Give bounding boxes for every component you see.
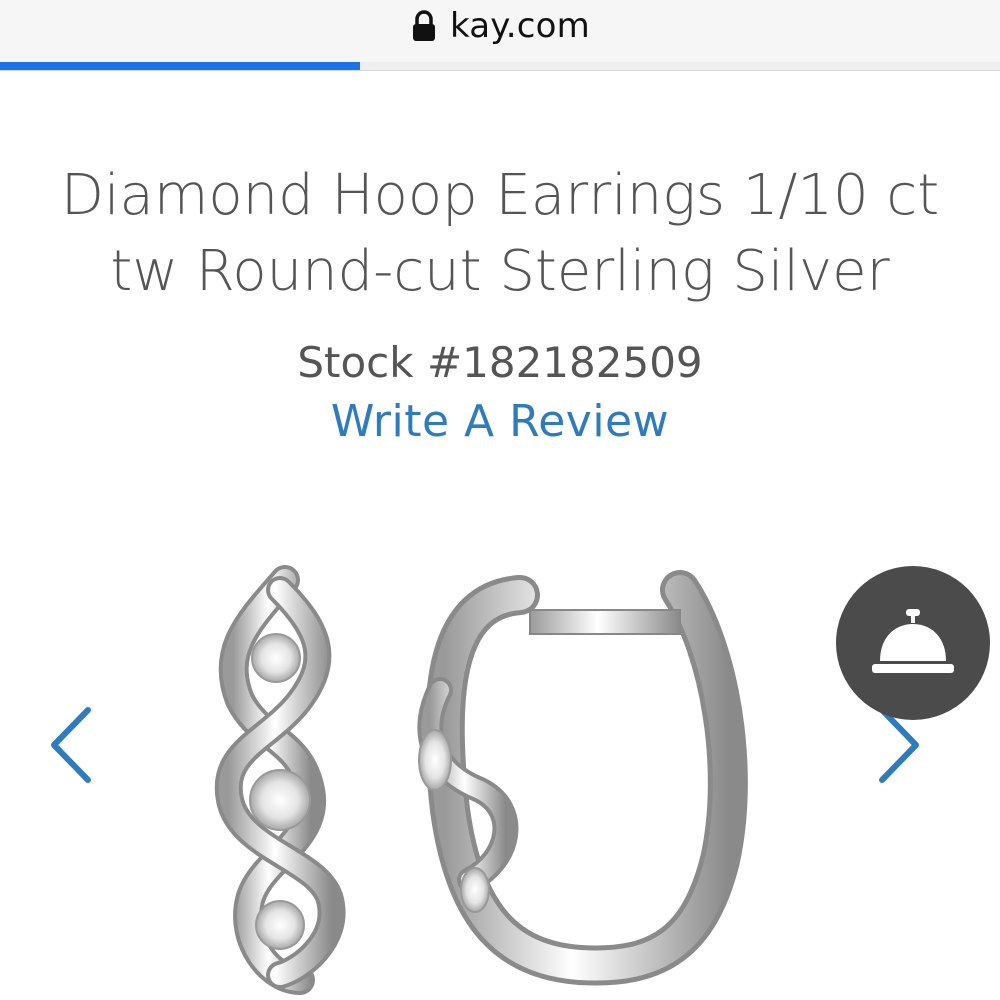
page-load-progress-fill [0, 62, 360, 70]
service-bell-icon [872, 609, 954, 673]
browser-url-bar[interactable]: kay.com [0, 0, 1000, 62]
divider [0, 70, 1000, 71]
stock-number: Stock #182182509 [297, 338, 703, 387]
write-review-link[interactable]: Write A Review [0, 396, 1000, 447]
page-load-progress [0, 62, 1000, 70]
chevron-left-icon [51, 707, 91, 783]
url-display[interactable]: kay.com [0, 4, 1000, 48]
product-title-line-1: Diamond Hoop Earrings 1/10 ct [60, 163, 940, 228]
product-title: Diamond Hoop Earrings 1/10 ct tw Round-c… [0, 158, 1000, 310]
lock-icon [412, 10, 435, 41]
chat-service-button[interactable] [836, 566, 990, 720]
product-title-line-2: tw Round-cut Sterling Silver [110, 239, 890, 304]
url-text: kay.com [449, 6, 591, 46]
gallery-prev-button[interactable] [40, 700, 100, 790]
product-image-earrings[interactable] [180, 560, 800, 1000]
